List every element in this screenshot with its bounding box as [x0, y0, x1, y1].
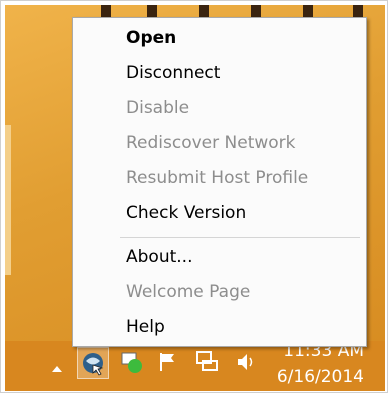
- taskbar: 11:33 AM 6/16/2014: [5, 341, 385, 391]
- speaker-volume-icon[interactable]: [235, 351, 255, 377]
- network-agent-icon[interactable]: [77, 347, 109, 379]
- clock-date[interactable]: 6/16/2014: [264, 367, 364, 387]
- menu-item-disconnect[interactable]: Disconnect: [126, 56, 220, 90]
- menu-item-help[interactable]: Help: [126, 310, 165, 344]
- action-center-flag-icon[interactable]: [157, 351, 177, 377]
- wallpaper-edge: [5, 125, 11, 275]
- show-hidden-icons-arrow-icon[interactable]: [50, 359, 64, 378]
- menu-item-open[interactable]: Open: [126, 21, 176, 55]
- menu-item-resubmit-host-profile[interactable]: Resubmit Host Profile: [126, 161, 308, 195]
- menu-item-check-version[interactable]: Check Version: [126, 196, 246, 230]
- menu-separator: [120, 237, 360, 238]
- green-status-icon[interactable]: [120, 351, 146, 379]
- context-menu: Open Disconnect Disable Rediscover Netwo…: [72, 17, 367, 347]
- menu-item-rediscover-network[interactable]: Rediscover Network: [126, 126, 296, 160]
- network-icon[interactable]: [195, 350, 219, 378]
- menu-item-disable[interactable]: Disable: [126, 91, 189, 125]
- menu-item-about[interactable]: About...: [126, 240, 192, 274]
- screenshot-frame: 11:33 AM 6/16/2014 Open Disconnect Disab…: [0, 0, 388, 393]
- menu-item-welcome-page[interactable]: Welcome Page: [126, 275, 250, 309]
